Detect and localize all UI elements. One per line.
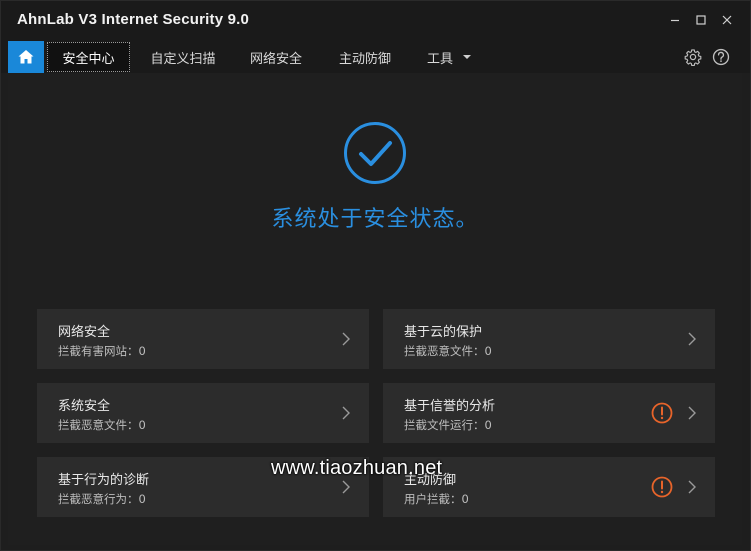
card-subtitle: 拦截恶意文件：0 bbox=[58, 418, 146, 432]
window-title: AhnLab V3 Internet Security 9.0 bbox=[17, 11, 250, 28]
card-subtitle: 用户拦截：0 bbox=[404, 492, 469, 506]
home-button[interactable] bbox=[8, 41, 44, 73]
gear-icon bbox=[684, 49, 702, 66]
home-icon bbox=[18, 50, 34, 64]
settings-button[interactable] bbox=[683, 47, 703, 67]
card-title: 系统安全 bbox=[58, 399, 111, 414]
maximize-icon bbox=[696, 15, 706, 25]
maximize-button[interactable] bbox=[688, 7, 714, 33]
chevron-right-icon bbox=[688, 480, 696, 494]
help-button[interactable] bbox=[711, 47, 731, 67]
window-controls bbox=[662, 7, 740, 33]
card-subtitle: 拦截文件运行：0 bbox=[404, 418, 492, 432]
tab-security-center[interactable]: 安全中心 bbox=[47, 42, 130, 72]
watermark-text: www.tiaozhuan.net bbox=[271, 457, 443, 479]
chevron-right-icon bbox=[688, 332, 696, 346]
tab-network-security[interactable]: 网络安全 bbox=[237, 42, 315, 72]
tab-label: 网络安全 bbox=[249, 51, 302, 67]
tab-label: 工具 bbox=[426, 51, 453, 67]
tab-label: 主动防御 bbox=[338, 51, 391, 67]
tab-tools[interactable]: 工具 bbox=[417, 42, 481, 72]
minimize-icon bbox=[671, 19, 679, 22]
card-title: 基于行为的诊断 bbox=[58, 473, 150, 488]
tab-active-defense[interactable]: 主动防御 bbox=[326, 42, 404, 72]
minimize-button[interactable] bbox=[662, 7, 688, 33]
chevron-right-icon bbox=[342, 480, 350, 494]
card-cloud-protection[interactable]: 基于云的保护 拦截恶意文件：0 bbox=[383, 309, 715, 369]
tab-label: 自定义扫描 bbox=[150, 51, 216, 67]
warning-icon bbox=[651, 476, 673, 498]
card-system-security[interactable]: 系统安全 拦截恶意文件：0 bbox=[37, 383, 369, 443]
chevron-down-icon bbox=[463, 55, 471, 59]
card-title: 网络安全 bbox=[58, 325, 111, 340]
chevron-right-icon bbox=[342, 406, 350, 420]
card-title: 基于云的保护 bbox=[404, 325, 483, 340]
tab-label: 安全中心 bbox=[62, 51, 115, 67]
title-bar: AhnLab V3 Internet Security 9.0 bbox=[1, 1, 750, 39]
security-status-message: 系统处于安全状态。 bbox=[271, 207, 479, 232]
chevron-right-icon bbox=[688, 406, 696, 420]
close-button[interactable] bbox=[714, 7, 740, 33]
warning-icon bbox=[651, 402, 673, 424]
card-subtitle: 拦截恶意行为：0 bbox=[58, 492, 146, 506]
app-window: AhnLab V3 Internet Security 9.0 安全中心 自定义… bbox=[0, 0, 751, 551]
help-icon bbox=[712, 48, 730, 66]
chevron-right-icon bbox=[342, 332, 350, 346]
close-icon bbox=[722, 15, 732, 25]
card-subtitle: 拦截恶意文件：0 bbox=[404, 344, 492, 358]
tab-custom-scan[interactable]: 自定义扫描 bbox=[141, 42, 225, 72]
card-network-security[interactable]: 网络安全 拦截有害网站：0 bbox=[37, 309, 369, 369]
check-circle-icon bbox=[344, 122, 406, 184]
card-title: 基于信誉的分析 bbox=[404, 399, 496, 414]
card-subtitle: 拦截有害网站：0 bbox=[58, 344, 146, 358]
nav-bar: 安全中心 自定义扫描 网络安全 主动防御 工具 bbox=[1, 39, 750, 73]
card-reputation-analysis[interactable]: 基于信誉的分析 拦截文件运行：0 bbox=[383, 383, 715, 443]
